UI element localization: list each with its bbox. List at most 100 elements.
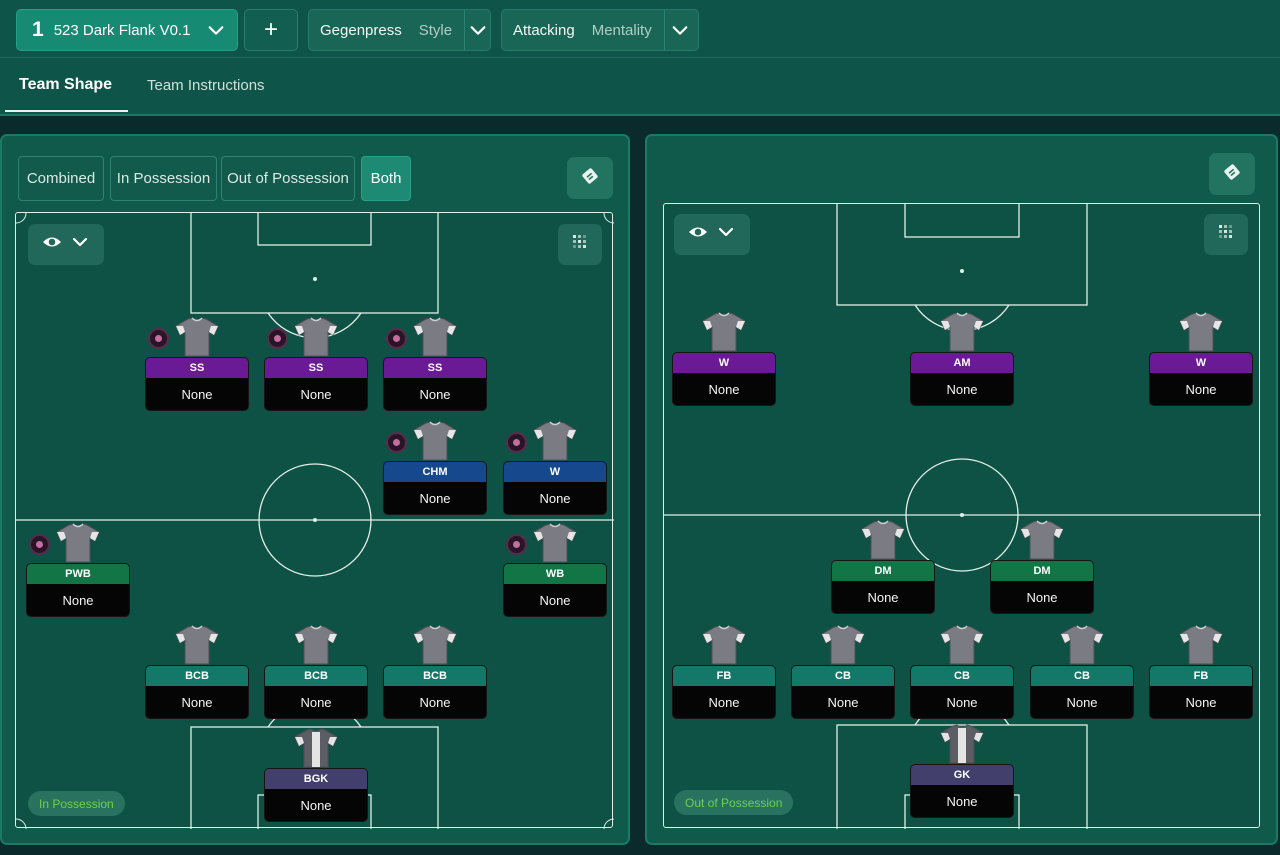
player-card[interactable]: W None [503, 461, 607, 515]
player-role: SS [384, 358, 486, 378]
player-card[interactable]: FB None [1149, 665, 1253, 719]
player-card[interactable]: BCB None [264, 665, 368, 719]
player-card[interactable]: CB None [910, 665, 1014, 719]
player-slot[interactable]: GK None [910, 724, 1014, 818]
pitch-out-of-possession: Out of Possession W None AM None W None DM None… [663, 203, 1261, 829]
tactics-board-button[interactable] [1209, 153, 1255, 195]
player-name: None [708, 695, 740, 710]
chevron-down-icon[interactable] [464, 10, 490, 50]
player-role: GK [911, 765, 1013, 785]
player-slot[interactable]: SS None [264, 317, 368, 411]
player-slot[interactable]: W None [503, 421, 607, 515]
segment-combined[interactable]: Combined [18, 156, 104, 201]
player-slot[interactable]: SS None [383, 317, 487, 411]
player-name: None [1185, 695, 1217, 710]
shirt-icon [939, 724, 985, 764]
player-slot[interactable]: SS None [145, 317, 249, 411]
player-card[interactable]: AM None [910, 352, 1014, 406]
shirt-icon [293, 728, 339, 768]
segment-in-possession[interactable]: In Possession [110, 156, 217, 201]
player-name: None [300, 387, 332, 402]
player-slot[interactable]: DM None [990, 520, 1094, 614]
player-card[interactable]: SS None [383, 357, 487, 411]
shirt-icon [1178, 312, 1224, 352]
player-slot[interactable]: FB None [672, 625, 776, 719]
player-slot[interactable]: AM None [910, 312, 1014, 406]
player-role: WB [504, 564, 606, 584]
tab-bar: Team Shape Team Instructions [0, 58, 1280, 116]
chevron-down-icon[interactable] [195, 10, 237, 50]
player-slot[interactable]: CB None [791, 625, 895, 719]
player-slot[interactable]: BCB None [145, 625, 249, 719]
player-card[interactable]: DM None [990, 560, 1094, 614]
player-card[interactable]: CB None [1030, 665, 1134, 719]
player-card[interactable]: DM None [831, 560, 935, 614]
player-slot[interactable]: FB None [1149, 625, 1253, 719]
tactic-selector[interactable]: 1 523 Dark Flank V0.1 [16, 9, 238, 51]
player-card[interactable]: WB None [503, 563, 607, 617]
player-card[interactable]: W None [672, 352, 776, 406]
tactics-board-button[interactable] [567, 157, 613, 199]
player-name: None [62, 593, 94, 608]
player-card[interactable]: SS None [145, 357, 249, 411]
player-role: CB [1031, 666, 1133, 686]
segment-both[interactable]: Both [361, 156, 411, 201]
player-trait-icon [148, 328, 169, 349]
player-card[interactable]: GK None [910, 764, 1014, 818]
player-role: CB [911, 666, 1013, 686]
shirt-icon [174, 625, 220, 665]
eye-icon [688, 222, 708, 247]
player-card[interactable]: PWB None [26, 563, 130, 617]
player-name: None [946, 695, 978, 710]
player-card[interactable]: BCB None [145, 665, 249, 719]
player-slot[interactable]: CB None [1030, 625, 1134, 719]
player-card[interactable]: FB None [672, 665, 776, 719]
tab-team-instructions[interactable]: Team Instructions [147, 58, 265, 112]
tactics-board-icon [1222, 162, 1242, 187]
player-slot[interactable]: BCB None [264, 625, 368, 719]
player-role: FB [673, 666, 775, 686]
style-dropdown[interactable]: Gegenpress Style [308, 9, 491, 51]
add-tactic-button[interactable]: + [244, 9, 298, 51]
player-card[interactable]: BGK None [264, 768, 368, 822]
player-slot[interactable]: W None [672, 312, 776, 406]
player-slot[interactable]: CHM None [383, 421, 487, 515]
player-role: DM [991, 561, 1093, 581]
grid-toggle-button[interactable] [1204, 214, 1248, 255]
tab-team-shape[interactable]: Team Shape [4, 58, 129, 112]
player-role: CHM [384, 462, 486, 482]
segment-out-of-possession[interactable]: Out of Possession [221, 156, 355, 201]
player-name: None [1066, 695, 1098, 710]
shirt-icon [293, 625, 339, 665]
player-name: None [827, 695, 859, 710]
player-slot[interactable]: WB None [503, 523, 607, 617]
player-card[interactable]: BCB None [383, 665, 487, 719]
tactics-board-icon [580, 166, 600, 191]
player-card[interactable]: CB None [791, 665, 895, 719]
player-slot[interactable]: CB None [910, 625, 1014, 719]
shirt-icon [1019, 520, 1065, 560]
shirt-icon [412, 625, 458, 665]
shirt-icon [860, 520, 906, 560]
player-slot[interactable]: PWB None [26, 523, 130, 617]
grid-toggle-button[interactable] [558, 224, 602, 265]
player-name: None [419, 491, 451, 506]
player-card[interactable]: W None [1149, 352, 1253, 406]
player-name: None [708, 382, 740, 397]
player-trait-icon [386, 328, 407, 349]
player-slot[interactable]: BCB None [383, 625, 487, 719]
player-slot[interactable]: W None [1149, 312, 1253, 406]
view-options-button[interactable] [28, 224, 104, 265]
player-slot[interactable]: BGK None [264, 728, 368, 822]
in-possession-panel: Combined In Possession Out of Possession… [0, 134, 630, 845]
mentality-dropdown[interactable]: Attacking Mentality [501, 9, 699, 51]
chevron-down-icon[interactable] [663, 10, 696, 50]
player-role: PWB [27, 564, 129, 584]
player-slot[interactable]: DM None [831, 520, 935, 614]
shirt-icon [412, 317, 458, 357]
chevron-down-icon [70, 232, 90, 257]
view-options-button[interactable] [674, 214, 750, 255]
player-card[interactable]: CHM None [383, 461, 487, 515]
player-card[interactable]: SS None [264, 357, 368, 411]
shirt-icon [1059, 625, 1105, 665]
